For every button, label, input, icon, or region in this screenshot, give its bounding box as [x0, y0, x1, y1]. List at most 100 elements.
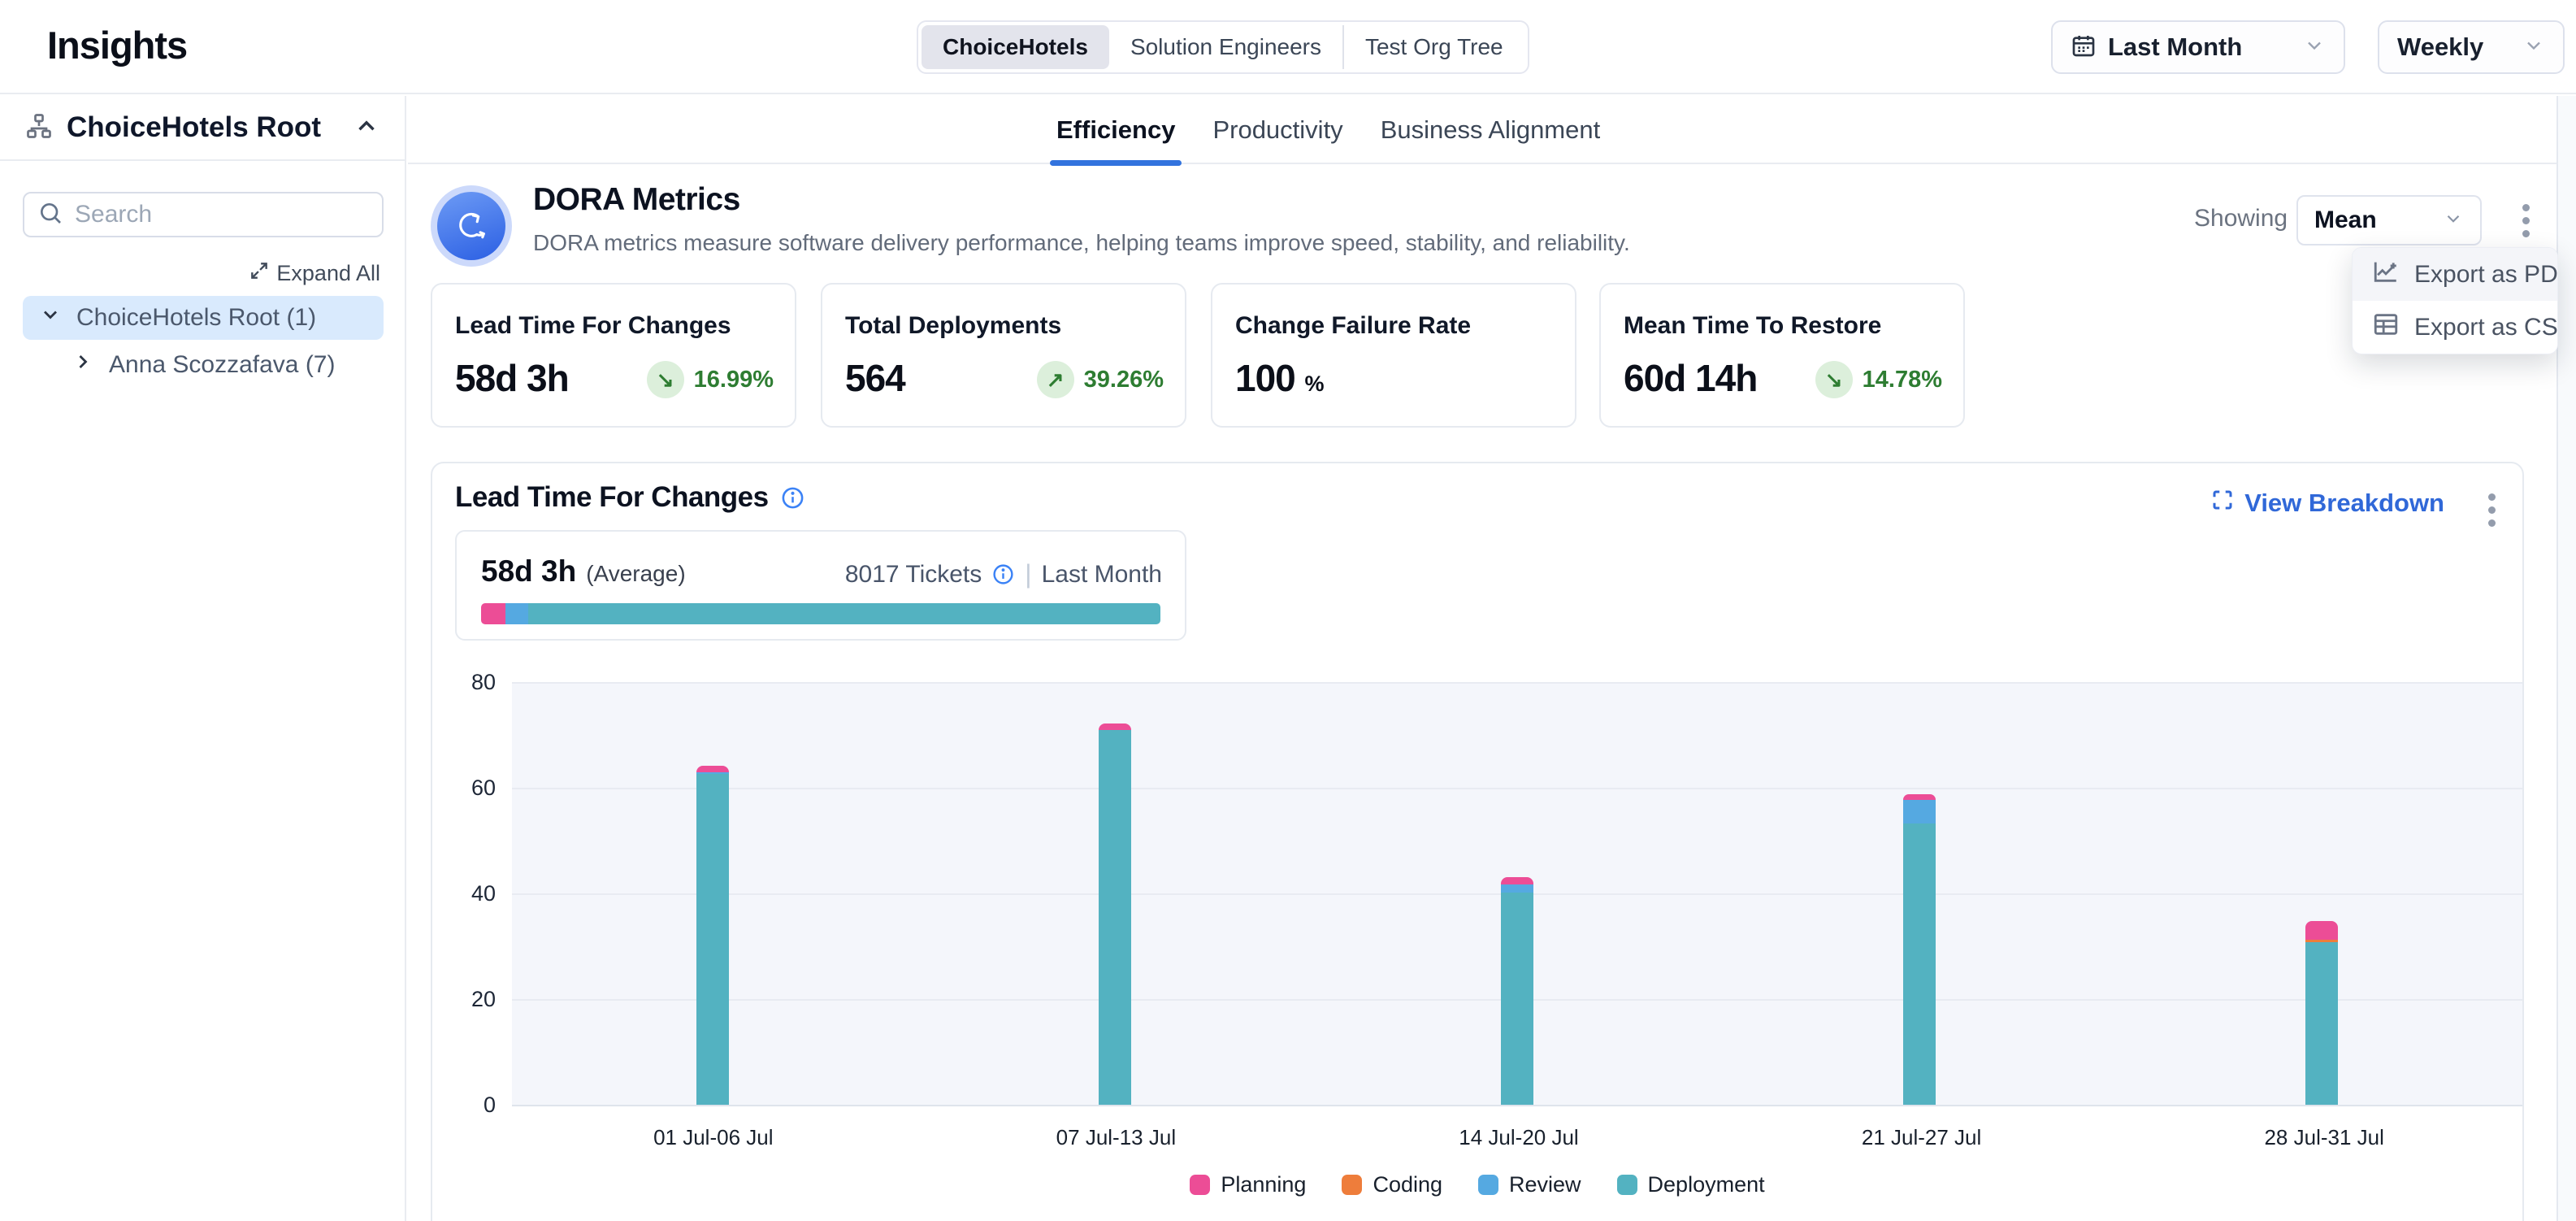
- menu-item-export-pdf[interactable]: Export as PDF: [2353, 248, 2557, 301]
- insights-dashboard: Insights ChoiceHotels Solution Engineers…: [0, 0, 2576, 1221]
- metric-card-lead-time: Lead Time For Changes 58d 3h ↘ 16.99%: [431, 283, 796, 428]
- chevron-down-icon[interactable]: [39, 303, 62, 332]
- calendar-icon: [2071, 33, 2097, 63]
- tab-efficiency[interactable]: Efficiency: [1056, 96, 1175, 164]
- bar-21 Jul-27 Jul: [1903, 794, 1936, 1105]
- metric-title: Lead Time For Changes: [455, 312, 731, 340]
- dora-subtitle: DORA metrics measure software delivery p…: [533, 230, 1630, 256]
- info-icon[interactable]: [991, 563, 1015, 586]
- segment-deployment: [1501, 893, 1533, 1105]
- search-icon: [37, 200, 63, 230]
- sidebar-search[interactable]: [23, 192, 384, 237]
- tab-business-alignment[interactable]: Business Alignment: [1381, 96, 1601, 164]
- tab-label: Efficiency: [1056, 115, 1175, 145]
- divider: |: [1025, 559, 1031, 589]
- legend-label: Planning: [1221, 1172, 1306, 1197]
- sidebar-title: ChoiceHotels Root: [67, 111, 353, 144]
- org-switcher: ChoiceHotels Solution Engineers Test Org…: [917, 20, 1529, 74]
- view-breakdown-button[interactable]: View Breakdown: [2210, 488, 2444, 519]
- legend-swatch: [1617, 1175, 1637, 1195]
- stacked-bar-chart: [512, 682, 2522, 1106]
- x-tick-label: 28 Jul-31 Jul: [2218, 1125, 2430, 1150]
- scrollbar-gutter[interactable]: [2556, 96, 2576, 1221]
- metric-unit: %: [1305, 372, 1325, 396]
- x-tick-label: 07 Jul-13 Jul: [1010, 1125, 1221, 1150]
- section-title: Lead Time For Changes: [455, 481, 769, 514]
- legend-item-planning: Planning: [1190, 1172, 1306, 1197]
- legend-item-review: Review: [1478, 1172, 1581, 1197]
- tickets-count: 8017 Tickets: [845, 561, 982, 589]
- iteration-cycle-icon: [453, 207, 490, 245]
- y-tick-label: 80: [432, 670, 496, 695]
- expand-all-label: Expand All: [276, 261, 380, 286]
- average-note: (Average): [586, 561, 685, 587]
- y-tick-label: 40: [432, 881, 496, 906]
- metric-card-total-deployments: Total Deployments 564 ↗ 39.26%: [821, 283, 1186, 428]
- delta-badge: ↘ 14.78%: [1815, 361, 1942, 398]
- legend-label: Review: [1509, 1172, 1581, 1197]
- chevron-down-icon: [2303, 34, 2326, 61]
- showing-mean-select[interactable]: Mean: [2296, 195, 2482, 246]
- metric-value: 100 %: [1235, 356, 1325, 400]
- chevron-down-icon: [2522, 34, 2545, 61]
- gridline: [512, 682, 2522, 684]
- menu-item-label: Export as CSV: [2414, 314, 2558, 341]
- bar-14 Jul-20 Jul: [1501, 877, 1533, 1105]
- x-tick-label: 21 Jul-27 Jul: [1816, 1125, 2027, 1150]
- expand-all-button[interactable]: Expand All: [249, 260, 380, 287]
- x-tick-label: 01 Jul-06 Jul: [608, 1125, 819, 1150]
- metric-title: Mean Time To Restore: [1624, 312, 1881, 340]
- tab-productivity[interactable]: Productivity: [1212, 96, 1342, 164]
- trend-down-icon: ↘: [647, 361, 684, 398]
- bar-28 Jul-31 Jul: [2305, 921, 2338, 1105]
- granularity-value: Weekly: [2397, 33, 2483, 62]
- progress-segment-deployment: [528, 603, 1160, 624]
- progress-segment-review: [505, 603, 528, 624]
- legend-swatch: [1342, 1175, 1362, 1195]
- section-kebab-menu-button[interactable]: [2475, 484, 2508, 535]
- segment-review: [1903, 800, 1936, 823]
- table-icon: [2372, 311, 2400, 345]
- gridline: [512, 1105, 2522, 1106]
- org-tab-choicehotels[interactable]: ChoiceHotels: [922, 25, 1109, 69]
- metric-value: 58d 3h: [455, 356, 569, 400]
- delta-value: 39.26%: [1084, 367, 1164, 393]
- delta-value: 16.99%: [694, 367, 774, 393]
- view-breakdown-label: View Breakdown: [2244, 489, 2444, 518]
- average-summary-card: 58d 3h (Average) 8017 Tickets | Last Mon…: [455, 530, 1186, 641]
- page-title: Insights: [47, 23, 187, 67]
- org-tab-test-org-tree[interactable]: Test Org Tree: [1342, 25, 1524, 69]
- tab-label: Productivity: [1212, 115, 1342, 145]
- menu-item-export-csv[interactable]: Export as CSV: [2353, 301, 2557, 354]
- date-range-value: Last Month: [2108, 33, 2242, 62]
- segment-planning: [2305, 921, 2338, 940]
- segment-deployment: [1903, 823, 1936, 1105]
- active-tab-underline: [1050, 160, 1182, 166]
- showing-label: Showing: [2194, 205, 2288, 232]
- info-icon[interactable]: [780, 485, 805, 511]
- metric-value: 60d 14h: [1624, 356, 1757, 400]
- chevron-right-icon[interactable]: [72, 350, 94, 380]
- metric-title: Change Failure Rate: [1235, 312, 1471, 340]
- collapse-sidebar-chevron-up-icon[interactable]: [353, 112, 380, 144]
- search-input[interactable]: [75, 201, 343, 228]
- metric-card-change-failure-rate: Change Failure Rate 100 %: [1211, 283, 1576, 428]
- sidebar-header: ChoiceHotels Root: [0, 96, 405, 161]
- gridline: [512, 788, 2522, 789]
- date-range-select[interactable]: Last Month: [2051, 20, 2345, 74]
- tree-item-anna-scozzafava[interactable]: Anna Scozzafava (7): [23, 343, 384, 387]
- dora-kebab-menu-button[interactable]: [2509, 195, 2542, 246]
- period-label: Last Month: [1042, 561, 1162, 589]
- granularity-select[interactable]: Weekly: [2378, 20, 2565, 74]
- delta-value: 14.78%: [1863, 367, 1942, 393]
- metric-value: 564: [845, 356, 905, 400]
- org-tab-solution-engineers[interactable]: Solution Engineers: [1109, 25, 1342, 69]
- x-tick-label: 14 Jul-20 Jul: [1413, 1125, 1624, 1150]
- segment-deployment: [2305, 942, 2338, 1105]
- segment-review: [1501, 884, 1533, 893]
- segment-planning: [1099, 723, 1131, 729]
- chart-legend: PlanningCodingReviewDeployment: [432, 1172, 2522, 1197]
- segment-deployment: [1099, 730, 1131, 1106]
- tree-item-choicehotels-root[interactable]: ChoiceHotels Root (1): [23, 296, 384, 340]
- legend-item-coding: Coding: [1342, 1172, 1442, 1197]
